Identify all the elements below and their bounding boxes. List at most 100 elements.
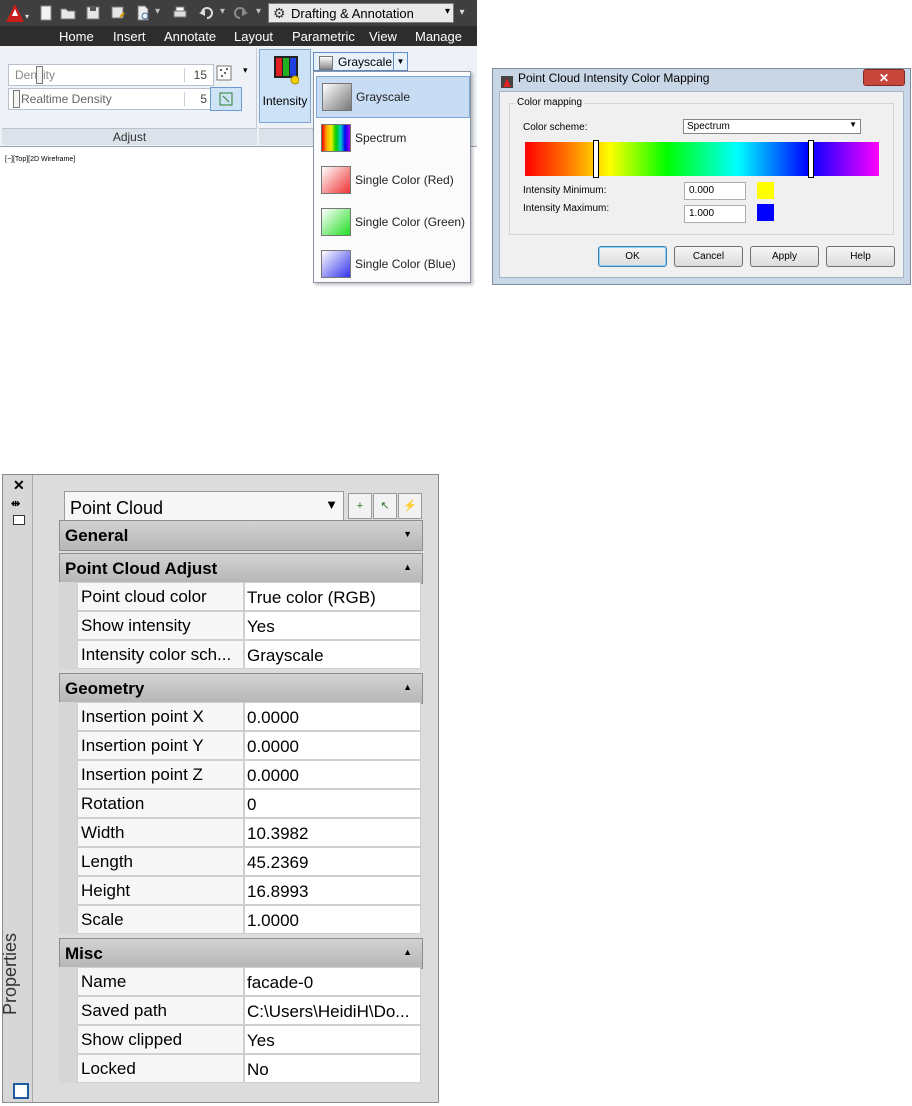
save-as-icon[interactable]	[110, 5, 126, 21]
color-scheme-select[interactable]: Spectrum ▼	[683, 119, 861, 134]
help-button[interactable]: Help	[826, 246, 895, 267]
property-value[interactable]: Yes	[244, 1025, 421, 1054]
undo-icon[interactable]	[198, 5, 214, 21]
property-value[interactable]: 10.3982	[244, 818, 421, 847]
property-row[interactable]: Locked No	[59, 1054, 421, 1083]
property-row[interactable]: Show clipped Yes	[59, 1025, 421, 1054]
property-name-text: Insertion point Z	[81, 765, 203, 784]
row-gutter	[59, 789, 77, 818]
tab-manage[interactable]: Manage	[415, 29, 462, 44]
palette-properties-menu-icon[interactable]	[13, 515, 25, 525]
density-options-icon[interactable]: ▾	[243, 65, 248, 76]
intensity-maximum-color-swatch[interactable]	[757, 204, 774, 221]
intensity-minimum-input[interactable]: 0.000	[684, 182, 746, 200]
intensity-minimum-value: 0.000	[689, 185, 715, 196]
property-value[interactable]: 0.0000	[244, 760, 421, 789]
undo-dropdown-icon[interactable]: ▾	[220, 6, 225, 17]
point-cloud-density-icon[interactable]	[216, 64, 232, 82]
menu-item-single-color-green[interactable]: Single Color (Green)	[316, 202, 468, 242]
close-icon[interactable]: ✕	[13, 477, 25, 494]
property-value[interactable]: 1.0000	[244, 905, 421, 934]
redo-icon[interactable]	[233, 5, 249, 21]
apply-button[interactable]: Apply	[750, 246, 819, 267]
intensity-button[interactable]: Intensity	[259, 49, 311, 123]
property-name-text: Point cloud color	[81, 587, 207, 606]
tab-annotate[interactable]: Annotate	[164, 29, 216, 44]
object-type-select[interactable]: Point Cloud ▼	[64, 491, 344, 521]
density-slider-thumb[interactable]	[36, 66, 43, 84]
redo-dropdown-icon[interactable]: ▾	[256, 6, 261, 17]
tab-home[interactable]: Home	[59, 29, 94, 44]
viewport-controls[interactable]: [−][Top][2D Wireframe]	[5, 156, 75, 163]
property-value[interactable]: No	[244, 1054, 421, 1083]
property-row[interactable]: Intensity color sch... Grayscale	[59, 640, 421, 669]
property-row[interactable]: Insertion point Z 0.0000	[59, 760, 421, 789]
tab-parametric[interactable]: Parametric	[292, 29, 355, 44]
property-value[interactable]: 0	[244, 789, 421, 818]
property-row[interactable]: Rotation 0	[59, 789, 421, 818]
property-row[interactable]: Name facade-0	[59, 967, 421, 996]
open-folder-icon[interactable]	[60, 5, 76, 21]
cancel-button[interactable]: Cancel	[674, 246, 743, 267]
save-icon[interactable]	[85, 5, 101, 21]
select-objects-icon[interactable]: ↖	[373, 493, 397, 519]
property-row[interactable]: Saved path C:\Users\HeidiH\Do...	[59, 996, 421, 1025]
intensity-maximum-value: 1.000	[689, 208, 715, 219]
property-value-text: Yes	[247, 1031, 275, 1050]
property-row[interactable]: Length 45.2369	[59, 847, 421, 876]
new-file-icon[interactable]	[38, 5, 54, 21]
menu-item-single-color-red[interactable]: Single Color (Red)	[316, 160, 468, 200]
realtime-density-slider[interactable]: Realtime Density 5	[8, 88, 214, 110]
tab-insert[interactable]: Insert	[113, 29, 146, 44]
property-row[interactable]: Width 10.3982	[59, 818, 421, 847]
intensity-min-handle[interactable]	[593, 140, 599, 178]
tab-view[interactable]: View	[369, 29, 397, 44]
property-value[interactable]: 16.8993	[244, 876, 421, 905]
category-general[interactable]: General ▼	[59, 520, 423, 551]
plot-preview-icon[interactable]	[135, 5, 151, 21]
intensity-minimum-label: Intensity Minimum:	[523, 185, 607, 196]
ok-button[interactable]: OK	[598, 246, 667, 267]
intensity-minimum-color-swatch[interactable]	[757, 182, 774, 199]
qat-dropdown-icon[interactable]: ▾	[155, 6, 160, 17]
customize-qat-icon[interactable]: ▾	[456, 3, 468, 23]
menu-item-spectrum[interactable]: Spectrum	[316, 118, 468, 158]
workspace-switcher[interactable]: ⚙ Drafting & Annotation ▾	[268, 3, 454, 23]
gear-icon: ⚙	[273, 5, 286, 21]
property-row[interactable]: Height 16.8993	[59, 876, 421, 905]
realtime-density-slider-thumb[interactable]	[13, 90, 20, 108]
app-menu-icon[interactable]: ▾	[4, 3, 30, 23]
property-value[interactable]: Grayscale	[244, 640, 421, 669]
quick-select-icon[interactable]: ⚡	[398, 493, 422, 519]
property-value[interactable]: 0.0000	[244, 731, 421, 760]
property-row[interactable]: Insertion point Y 0.0000	[59, 731, 421, 760]
category-geometry[interactable]: Geometry ▲	[59, 673, 423, 704]
intensity-max-handle[interactable]	[808, 140, 814, 178]
property-row[interactable]: Insertion point X 0.0000	[59, 702, 421, 731]
green-swatch-icon	[321, 208, 351, 236]
density-value: 15	[184, 68, 209, 82]
category-misc[interactable]: Misc ▲	[59, 938, 423, 969]
property-row[interactable]: Show intensity Yes	[59, 611, 421, 640]
property-value[interactable]: 0.0000	[244, 702, 421, 731]
tab-layout[interactable]: Layout	[234, 29, 273, 44]
close-button[interactable]: ✕	[863, 69, 905, 86]
auto-hide-icon[interactable]: ⇹	[11, 497, 20, 510]
print-icon[interactable]	[172, 5, 188, 21]
property-value[interactable]: 45.2369	[244, 847, 421, 876]
intensity-maximum-input[interactable]: 1.000	[684, 205, 746, 223]
property-value[interactable]: facade-0	[244, 967, 421, 996]
property-row[interactable]: Point cloud color True color (RGB)	[59, 582, 421, 611]
menu-item-grayscale[interactable]: Grayscale	[316, 76, 470, 118]
menu-item-single-color-blue[interactable]: Single Color (Blue)	[316, 244, 468, 284]
density-slider[interactable]: Density 15	[8, 64, 214, 86]
property-value[interactable]: Yes	[244, 611, 421, 640]
property-row[interactable]: Scale 1.0000	[59, 905, 421, 934]
category-adjust[interactable]: Point Cloud Adjust ▲	[59, 553, 423, 584]
adjust-panel-title: Adjust	[2, 128, 257, 145]
realtime-density-toggle[interactable]	[210, 87, 242, 111]
color-scheme-dropdown[interactable]: Grayscale ▼	[313, 52, 408, 71]
toggle-pickadd-icon[interactable]: +	[348, 493, 372, 519]
property-value[interactable]: C:\Users\HeidiH\Do...	[244, 996, 421, 1025]
property-value[interactable]: True color (RGB)	[244, 582, 421, 611]
